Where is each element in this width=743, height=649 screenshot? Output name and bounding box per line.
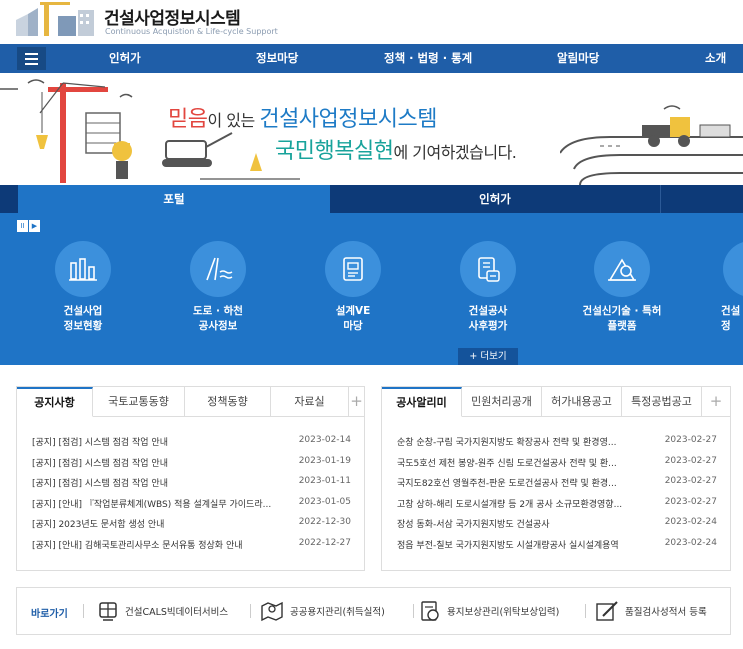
list-item[interactable]: [공지] [안내] 『작업분류체계(WBS) 적용 설계실무 가이드라... 20… xyxy=(17,494,364,515)
quick-link-label: 품질검사성적서 등록 xyxy=(625,607,707,618)
portal-section: 포털 인허가 II ▶ 건설사업 정보현황 도로 · 하천 공사정보 설계VE … xyxy=(0,185,743,365)
bar-chart-icon xyxy=(55,241,111,297)
logo-buildings-icon[interactable] xyxy=(14,0,98,36)
tab-civil-complaint[interactable]: 민원처리공개 xyxy=(462,387,542,416)
tab-permit-notice[interactable]: 허가내용공고 xyxy=(542,387,622,416)
service-label: 도로 · 하천 공사정보 xyxy=(193,305,243,332)
slider-controls: II ▶ xyxy=(17,220,40,232)
tech-patent-icon xyxy=(594,241,650,297)
compensation-icon xyxy=(421,601,439,621)
service-label: 건설 정 xyxy=(721,305,741,332)
tab-archive[interactable]: 자료실 xyxy=(271,387,349,416)
nav-item-notice[interactable]: 알림마당 xyxy=(557,50,599,66)
tab-method-notice[interactable]: 특정공법공고 xyxy=(622,387,702,416)
plus-icon[interactable]: + xyxy=(702,387,730,416)
list-item[interactable]: 국지도82호선 영월주천-판운 도로건설공사 전략 및 환경... 2023-02… xyxy=(382,473,730,494)
quick-links-label: 바로가기 xyxy=(31,609,68,620)
list-item[interactable]: [공지] [점검] 시스템 점검 작업 안내 2023-02-14 xyxy=(17,432,364,453)
quick-link-compensation[interactable]: 용지보상관리(위탁보상입력) xyxy=(419,599,559,623)
hero-banner: 믿음이 있는 건설사업정보시스템 국민행복실현에 기여하겠습니다. xyxy=(0,73,743,185)
divider xyxy=(250,604,251,618)
hamburger-menu-button[interactable] xyxy=(17,47,46,70)
service-label: 건설공사 사후평가 xyxy=(468,305,508,332)
site-header: 건설사업정보시스템 Continuous Acquistion & Life-c… xyxy=(0,0,743,44)
tab-notice[interactable]: 공지사항 xyxy=(17,387,93,417)
land-map-icon xyxy=(261,601,283,622)
divider xyxy=(413,604,414,618)
divider xyxy=(83,604,84,618)
service-partial[interactable]: 건설 정 xyxy=(697,241,743,334)
big-data-icon xyxy=(99,602,117,621)
nav-item-about[interactable]: 소개 xyxy=(705,50,726,66)
site-subtitle: Continuous Acquistion & Life-cycle Suppo… xyxy=(105,27,278,36)
tab-divider xyxy=(660,185,661,213)
list-item[interactable]: 국도5호선 제천 봉양-원주 신림 도로건설공사 전략 및 환... 2023-0… xyxy=(382,453,730,474)
list-item[interactable]: [공지] [점검] 시스템 점검 작업 안내 2023-01-19 xyxy=(17,453,364,474)
service-label: 건설사업 정보현황 xyxy=(63,305,103,332)
list-item[interactable]: [공지] 2023년도 문서함 생성 안내 2022-12-30 xyxy=(17,514,364,535)
list-item[interactable]: 고창 상하-해리 도로시설개량 등 2개 공사 소규모환경영향... 2023-0… xyxy=(382,494,730,515)
list-item[interactable]: 장성 동화-서삼 국가지원지방도 건설공사 2023-02-24 xyxy=(382,514,730,535)
construction-board-tabs: 공사알리미 민원처리공개 허가내용공고 특정공법공고 + xyxy=(382,387,730,417)
tab-portal[interactable]: 포털 xyxy=(18,185,330,213)
portal-tab-bar: 포털 인허가 xyxy=(0,185,743,213)
site-title[interactable]: 건설사업정보시스템 xyxy=(104,4,241,29)
road-river-icon xyxy=(190,241,246,297)
notice-board-tabs: 공지사항 국토교통동향 정책동향 자료실 + xyxy=(17,387,364,417)
service-label: 건설신기술 · 특허 플랫폼 xyxy=(582,305,662,332)
tab-permit[interactable]: 인허가 xyxy=(330,185,660,213)
plus-icon[interactable]: + xyxy=(349,387,364,416)
list-item[interactable]: [공지] [안내] 김해국토관리사무소 문서유통 정상화 안내 2022-12-2… xyxy=(17,535,364,556)
construction-board: 공사알리미 민원처리공개 허가내용공고 특정공법공고 + 순창 순창-구림 국가… xyxy=(381,386,731,571)
play-button[interactable]: ▶ xyxy=(29,220,40,232)
construction-list: 순창 순창-구림 국가지원지방도 확장공사 전략 및 환경영... 2023-02… xyxy=(382,432,730,555)
document-icon xyxy=(325,241,381,297)
banner-slogan-line1: 믿음이 있는 건설사업정보시스템 xyxy=(168,107,437,132)
quality-report-icon xyxy=(596,601,618,621)
service-label: 설계VE 마당 xyxy=(335,305,371,332)
more-button[interactable]: + 더보기 xyxy=(458,348,518,365)
list-item[interactable]: 정읍 부전-칠보 국가지원지방도 시설개량공사 실시설계용역 2023-02-24 xyxy=(382,535,730,556)
tab-policy-news[interactable]: 정책동향 xyxy=(185,387,271,416)
quick-link-label: 건설CALS빅데이터서비스 xyxy=(125,607,229,618)
list-item[interactable]: 순창 순창-구림 국가지원지방도 확장공사 전략 및 환경영... 2023-02… xyxy=(382,432,730,453)
quick-link-bigdata[interactable]: 건설CALS빅데이터서비스 xyxy=(97,599,228,623)
quick-link-label: 공공용지관리(취득실적) xyxy=(290,607,385,618)
quick-link-label: 용지보상관리(위탁보상입력) xyxy=(447,607,560,618)
nav-item-permit[interactable]: 인허가 xyxy=(109,50,141,66)
nav-item-policy[interactable]: 정책 · 법령 · 통계 xyxy=(384,50,472,66)
service-design-ve[interactable]: 설계VE 마당 xyxy=(293,241,413,334)
tab-construction-alert[interactable]: 공사알리미 xyxy=(382,387,462,417)
nav-item-info[interactable]: 정보마당 xyxy=(256,50,298,66)
evaluation-icon xyxy=(460,241,516,297)
quick-link-quality[interactable]: 품질검사성적서 등록 xyxy=(595,599,707,623)
service-road-river[interactable]: 도로 · 하천 공사정보 xyxy=(158,241,278,334)
service-new-tech-patent[interactable]: 건설신기술 · 특허 플랫폼 xyxy=(562,241,682,334)
tab-transport-news[interactable]: 국토교통동향 xyxy=(93,387,185,416)
service-construction-status[interactable]: 건설사업 정보현황 xyxy=(23,241,143,334)
notice-board: 공지사항 국토교통동향 정책동향 자료실 + [공지] [점검] 시스템 점검 … xyxy=(16,386,365,571)
divider xyxy=(585,604,586,618)
list-item[interactable]: [공지] [점검] 시스템 점검 작업 안내 2023-01-11 xyxy=(17,473,364,494)
quick-links: 바로가기 건설CALS빅데이터서비스 공공용지관리(취득실적) 용지보상관리(위… xyxy=(16,587,731,635)
more-service-icon xyxy=(723,241,743,297)
pause-button[interactable]: II xyxy=(17,220,28,232)
road-illustration-right xyxy=(560,105,743,185)
banner-slogan-line2: 국민행복실현에 기여하겠습니다. xyxy=(275,139,517,164)
main-navigation: 인허가 정보마당 정책 · 법령 · 통계 알림마당 소개 xyxy=(0,44,743,73)
service-post-evaluation[interactable]: 건설공사 사후평가 xyxy=(428,241,548,334)
quick-link-land[interactable]: 공공용지관리(취득실적) xyxy=(260,599,385,623)
notice-list: [공지] [점검] 시스템 점검 작업 안내 2023-02-14 [공지] [점… xyxy=(17,432,364,555)
